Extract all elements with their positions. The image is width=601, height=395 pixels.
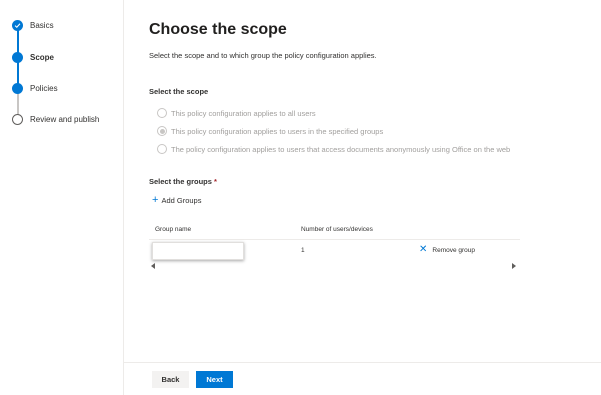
- check-circle-icon: [12, 20, 23, 31]
- scroll-right-icon[interactable]: [512, 263, 516, 269]
- user-count-cell: 1: [301, 247, 305, 254]
- next-button[interactable]: Next: [196, 371, 233, 388]
- page-title: Choose the scope: [149, 21, 287, 38]
- column-header-group-name[interactable]: Group name: [155, 226, 191, 233]
- table-header-divider: [149, 239, 520, 240]
- add-groups-button[interactable]: + Add Groups: [152, 194, 202, 206]
- step-policies[interactable]: Policies: [12, 83, 58, 94]
- add-groups-label: Add Groups: [161, 195, 202, 205]
- step-review-and-publish[interactable]: Review and publish: [12, 114, 99, 125]
- step-basics[interactable]: Basics: [12, 20, 54, 31]
- scope-heading: Select the scope: [149, 87, 209, 96]
- radio-button-selected-icon: [157, 126, 167, 136]
- scope-option-specified-groups[interactable]: This policy configuration applies to use…: [157, 126, 383, 136]
- remove-group-button[interactable]: ✕ Remove group: [419, 245, 475, 255]
- current-step-dot-icon: [12, 52, 23, 63]
- back-button[interactable]: Back: [152, 371, 189, 388]
- radio-label: The policy configuration applies to user…: [171, 144, 511, 154]
- table-horizontal-scrollbar[interactable]: [149, 262, 520, 270]
- required-mark: *: [213, 177, 217, 186]
- groups-heading-text: Select the groups: [149, 177, 212, 186]
- scope-option-all-users[interactable]: This policy configuration applies to all…: [157, 108, 316, 118]
- radio-label: This policy configuration applies to all…: [171, 108, 316, 118]
- wizard-step-rail: Basics Scope Policies Review and publish: [0, 0, 124, 395]
- scope-option-anonymous-office-web[interactable]: The policy configuration applies to user…: [157, 144, 510, 154]
- empty-circle-icon: [12, 114, 23, 125]
- step-label: Scope: [30, 53, 55, 62]
- page-subtitle: Select the scope and to which group the …: [149, 51, 377, 60]
- close-icon: ✕: [419, 244, 428, 255]
- plus-icon: +: [152, 194, 159, 206]
- step-label: Policies: [30, 84, 58, 93]
- radio-label: This policy configuration applies to use…: [171, 126, 384, 136]
- groups-heading: Select the groups *: [149, 177, 217, 186]
- step-label: Review and publish: [30, 115, 100, 124]
- group-name-field[interactable]: [152, 242, 244, 260]
- radio-button-icon: [157, 108, 167, 118]
- radio-button-icon: [157, 144, 167, 154]
- step-label: Basics: [30, 21, 54, 30]
- step-dot-icon: [12, 83, 23, 94]
- scroll-left-icon[interactable]: [151, 263, 155, 269]
- step-scope[interactable]: Scope: [12, 52, 54, 63]
- remove-group-label: Remove group: [432, 246, 476, 254]
- footer-divider: [124, 362, 601, 363]
- column-header-number-of-users[interactable]: Number of users/devices: [301, 226, 373, 233]
